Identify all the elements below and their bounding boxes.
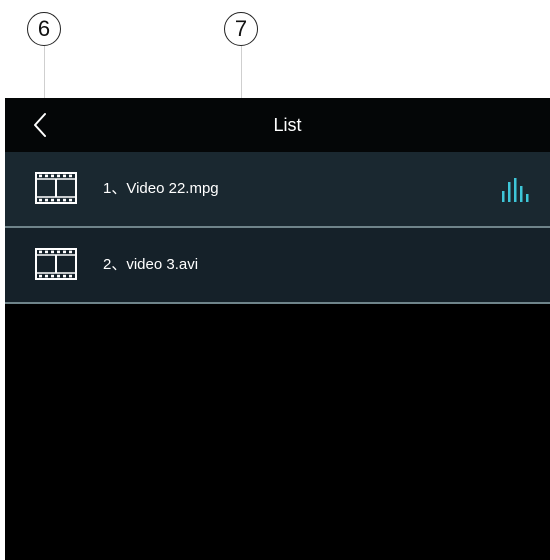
title-bar: List	[5, 98, 550, 152]
page-title: List	[273, 115, 302, 135]
callout-7: 7	[224, 12, 258, 46]
callout-6: 6	[27, 12, 61, 46]
film-icon	[35, 172, 77, 204]
film-icon	[35, 248, 77, 280]
list-item-video-3[interactable]: 2、video 3.avi	[5, 228, 550, 304]
file-list: 1、Video 22.mpg 2、video 3.avi	[5, 152, 550, 304]
equalizer-icon	[502, 178, 529, 202]
list-item-label: 1、Video 22.mpg	[103, 180, 219, 197]
list-item-label: 2、video 3.avi	[103, 256, 199, 273]
chevron-left-icon[interactable]	[27, 108, 57, 142]
device-screen: List 1、Video 22.mpg 2、video 3.avi	[5, 98, 550, 560]
list-item-video-22[interactable]: 1、Video 22.mpg	[5, 152, 550, 228]
